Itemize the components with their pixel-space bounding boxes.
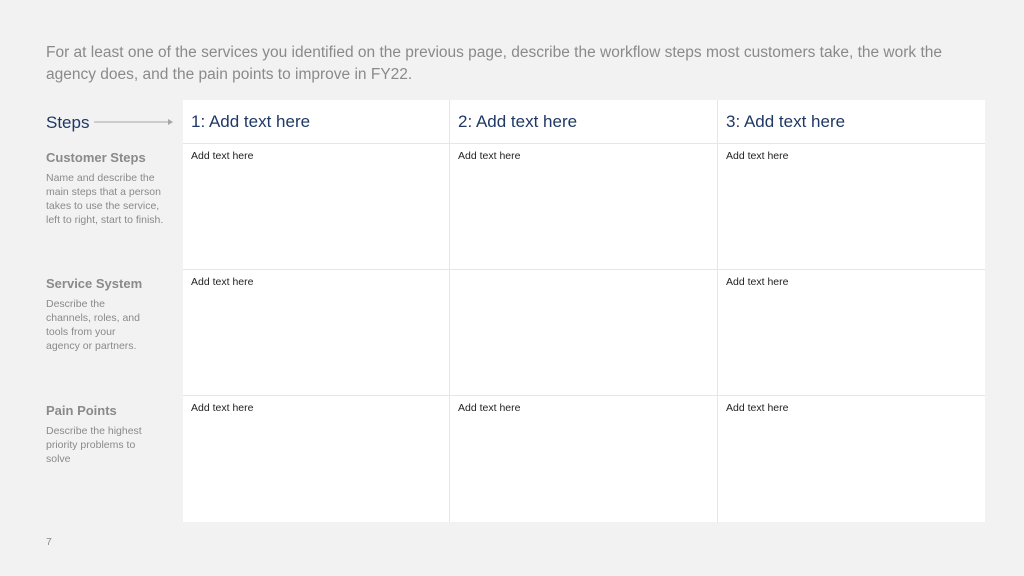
row-label-customer-steps: Customer Steps Name and describe the mai… <box>46 150 166 227</box>
intro-text: For at least one of the services you ide… <box>46 44 943 83</box>
cell-customer-steps-2[interactable]: Add text here <box>450 144 718 270</box>
column-header-3[interactable]: 3: Add text here <box>718 100 985 144</box>
row-title: Pain Points <box>46 403 117 418</box>
row-description: Describe the channels, roles, and tools … <box>46 298 140 352</box>
cell-service-system-2[interactable] <box>450 270 718 396</box>
row-title: Service System <box>46 276 143 291</box>
column-header-2[interactable]: 2: Add text here <box>450 100 718 144</box>
arrow-right-icon <box>94 119 173 125</box>
row-description: Describe the highest priority problems t… <box>46 425 142 465</box>
row-label-pain-points: Pain Points Describe the highest priorit… <box>46 403 166 466</box>
row-description: Name and describe the main steps that a … <box>46 172 164 226</box>
cell-service-system-1[interactable]: Add text here <box>183 270 450 396</box>
cell-customer-steps-3[interactable]: Add text here <box>718 144 985 270</box>
column-header-1[interactable]: 1: Add text here <box>183 100 450 144</box>
cell-pain-points-3[interactable]: Add text here <box>718 396 985 522</box>
row-label-service-system: Service System Describe the channels, ro… <box>46 276 166 353</box>
cell-pain-points-1[interactable]: Add text here <box>183 396 450 522</box>
page-number: 7 <box>46 536 52 548</box>
cell-pain-points-2[interactable]: Add text here <box>450 396 718 522</box>
cell-service-system-3[interactable]: Add text here <box>718 270 985 396</box>
steps-label: Steps <box>46 113 90 132</box>
row-title: Customer Steps <box>46 150 146 165</box>
cell-customer-steps-1[interactable]: Add text here <box>183 144 450 270</box>
steps-table: 1: Add text here 2: Add text here 3: Add… <box>183 100 985 522</box>
